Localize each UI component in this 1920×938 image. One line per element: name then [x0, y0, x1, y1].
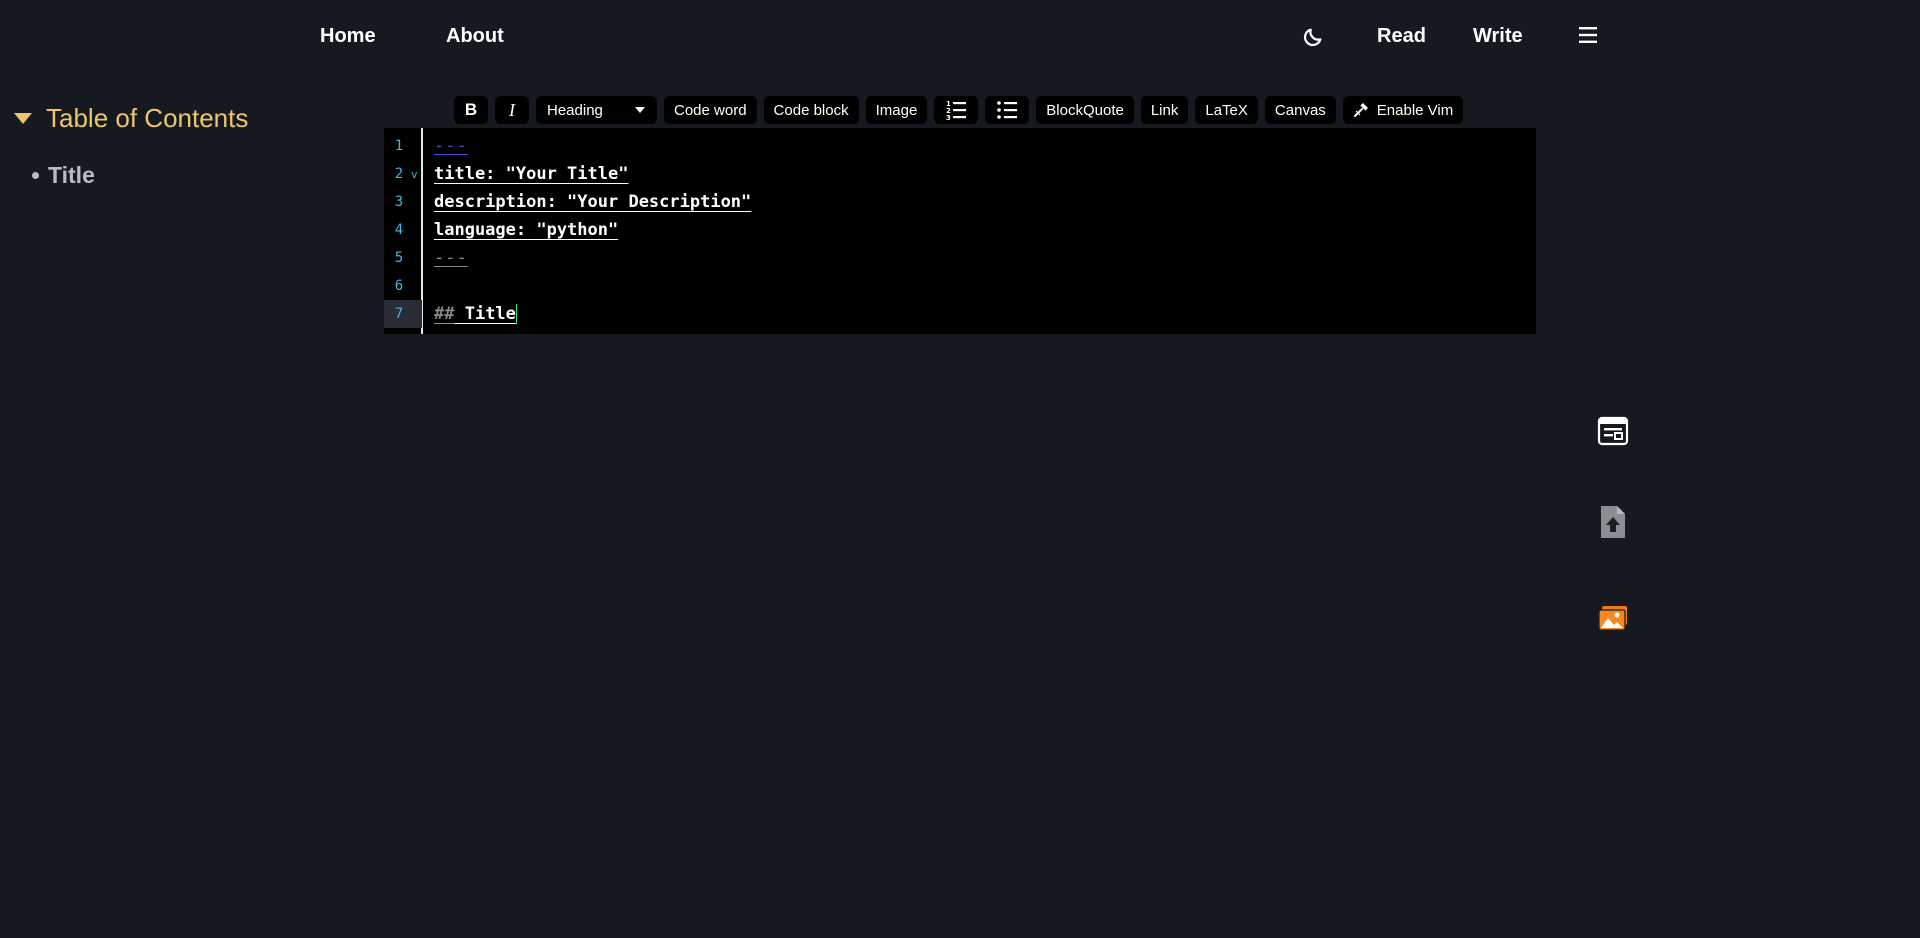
table-of-contents: Table of Contents Title	[14, 100, 248, 189]
heading-select[interactable]: Heading	[536, 96, 657, 124]
line-number: 2v	[394, 166, 418, 182]
nav-read-link[interactable]: Read	[1377, 22, 1426, 50]
toc-item-title[interactable]: Title	[32, 162, 248, 189]
text-cursor	[515, 304, 517, 324]
link-button[interactable]: Link	[1140, 96, 1189, 124]
svg-text:3: 3	[946, 114, 951, 121]
image-gallery-icon[interactable]	[1597, 604, 1629, 636]
enable-vim-label: Enable Vim	[1376, 101, 1454, 119]
line-number-gutter: 1 2v 3 4 5 6 7	[384, 128, 423, 334]
nav-write-link[interactable]: Write	[1473, 22, 1523, 50]
bold-button[interactable]: B	[454, 96, 488, 124]
canvas-button[interactable]: Canvas	[1264, 96, 1336, 124]
italic-button[interactable]: I	[495, 96, 529, 124]
code-block-button[interactable]: Code block	[763, 96, 859, 124]
toc-item-label: Title	[48, 162, 95, 188]
toc-toggle[interactable]: Table of Contents	[14, 100, 248, 136]
code-line-7: ## Title	[434, 304, 517, 324]
vim-icon	[1353, 103, 1368, 117]
code-line-1: ---	[434, 136, 468, 156]
line-number: 5	[394, 250, 404, 266]
code-line-4: language: "python"	[434, 220, 619, 240]
editor-toolbar: B I Heading Code word Code block Image 1…	[454, 96, 1464, 124]
enable-vim-button[interactable]: Enable Vim	[1342, 96, 1464, 124]
line-number: 3	[394, 194, 404, 210]
line-number: 6	[394, 278, 404, 294]
latex-button[interactable]: LaTeX	[1195, 96, 1258, 124]
hamburger-menu-icon[interactable]	[1577, 25, 1599, 45]
caret-down-icon	[14, 112, 32, 124]
line-number: 1	[394, 138, 404, 154]
toc-title: Table of Contents	[46, 103, 249, 133]
nav-about-link[interactable]: About	[446, 22, 504, 50]
bullet-icon	[32, 172, 39, 179]
ordered-list-button[interactable]: 1 2 3	[934, 96, 979, 124]
code-line-5: ---	[434, 248, 468, 268]
ordered-list-icon: 1 2 3	[946, 100, 967, 121]
line-number: 4	[394, 222, 404, 238]
image-button[interactable]: Image	[865, 96, 928, 124]
unordered-list-button[interactable]	[985, 96, 1030, 124]
heading-select-value: Heading	[547, 101, 603, 119]
fold-marker-icon[interactable]: v	[411, 168, 418, 181]
toc-list: Title	[14, 162, 248, 189]
caret-down-icon	[635, 107, 645, 113]
line-number-active: 7	[384, 300, 422, 328]
nav-home-link[interactable]: Home	[320, 22, 376, 50]
moon-icon[interactable]	[1301, 25, 1325, 49]
file-upload-icon[interactable]	[1597, 504, 1629, 538]
unordered-list-icon	[997, 101, 1018, 119]
code-line-2: title: "Your Title"	[434, 164, 629, 184]
code-line-3: description: "Your Description"	[434, 192, 752, 212]
code-word-button[interactable]: Code word	[664, 96, 757, 124]
blockquote-button[interactable]: BlockQuote	[1036, 96, 1134, 124]
preview-layout-icon[interactable]	[1597, 416, 1629, 448]
markdown-editor[interactable]: 1 2v 3 4 5 6 7 --- title: "Your Title" d…	[384, 128, 1536, 334]
